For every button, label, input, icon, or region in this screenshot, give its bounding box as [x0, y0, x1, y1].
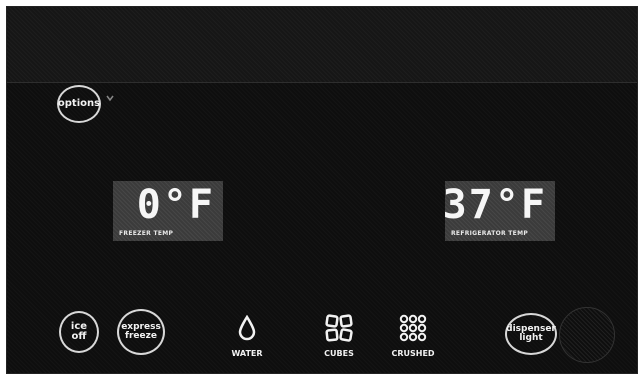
water-drop-icon	[238, 315, 256, 341]
panel-top-strip	[7, 7, 637, 83]
refrigerator-temp-label: REFRIGERATOR TEMP	[451, 230, 529, 237]
ice-off-button[interactable]: ice off	[59, 311, 99, 353]
crushed-ice-icon	[399, 314, 427, 342]
express-freeze-button[interactable]: express freeze	[117, 309, 165, 355]
chevron-down-icon	[106, 95, 114, 102]
ice-off-label-line2: off	[71, 331, 87, 342]
water-button[interactable]: WATER	[217, 311, 277, 358]
options-label: options	[57, 98, 101, 109]
dispenser-light-button[interactable]: dispenser light	[505, 313, 557, 355]
cubes-button[interactable]: CUBES	[309, 311, 369, 358]
crushed-button[interactable]: CRUSHED	[383, 311, 443, 358]
freezer-temp-label: FREEZER TEMP	[119, 230, 174, 237]
lock-control-ring[interactable]	[559, 307, 615, 363]
cubes-label: CUBES	[324, 349, 354, 358]
crushed-label: CRUSHED	[391, 349, 435, 358]
options-button[interactable]: options	[57, 85, 101, 123]
control-panel: options 0°F FREEZER TEMP 37°F REFRIGERAT…	[6, 6, 638, 374]
refrigerator-temp-value: 37°F	[442, 182, 547, 228]
refrigerator-temp-display[interactable]: 37°F REFRIGERATOR TEMP	[442, 181, 555, 241]
water-label: WATER	[231, 349, 263, 358]
express-freeze-label-line2: freeze	[125, 331, 157, 341]
ice-cubes-icon	[325, 314, 353, 342]
freezer-temp-value: 0°F	[136, 182, 215, 228]
dispenser-light-label-line2: light	[519, 333, 543, 343]
freezer-temp-display[interactable]: 0°F FREEZER TEMP	[113, 181, 223, 241]
